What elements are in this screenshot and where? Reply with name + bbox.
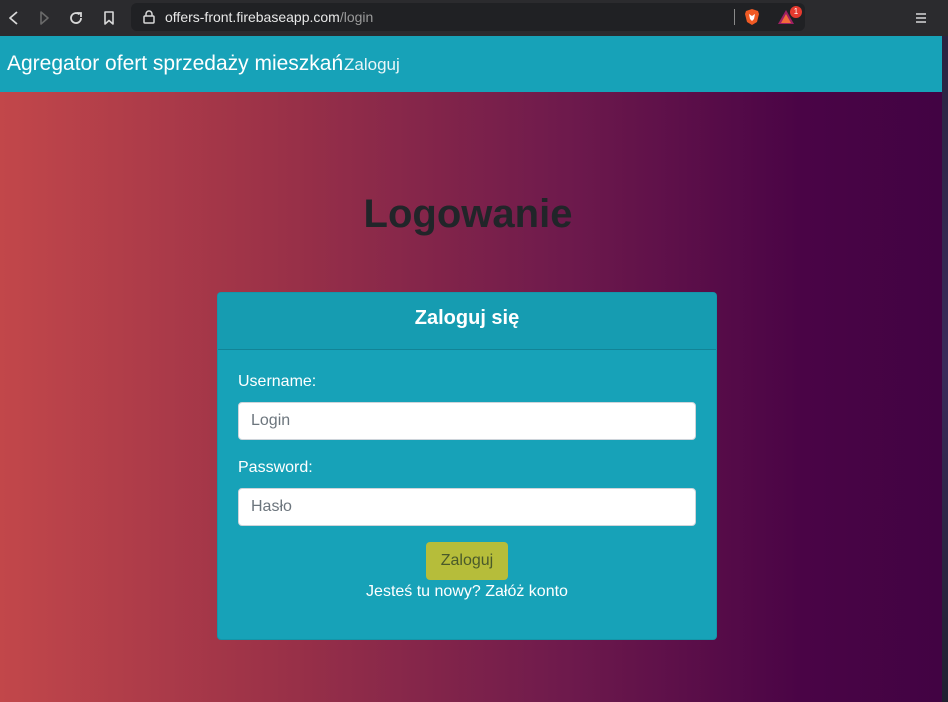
browser-toolbar: offers-front.firebaseapp.com/login 1 — [0, 0, 948, 36]
rewards-badge: 1 — [790, 6, 802, 18]
back-arrow-icon[interactable] — [2, 6, 26, 30]
login-card: Zaloguj się Username: Password: Zaloguj … — [217, 292, 717, 640]
url-text[interactable]: offers-front.firebaseapp.com/login — [165, 9, 373, 25]
url-divider — [734, 9, 735, 25]
login-submit-button[interactable]: Zaloguj — [426, 542, 508, 580]
bookmark-icon[interactable] — [97, 6, 121, 30]
nav-link-login[interactable]: Zaloguj — [344, 55, 400, 75]
url-path: /login — [339, 9, 374, 25]
forward-arrow-icon[interactable] — [32, 6, 56, 30]
register-link[interactable]: Załóż konto — [485, 583, 568, 600]
page-title: Logowanie — [363, 192, 573, 236]
username-label: Username: — [238, 373, 317, 390]
register-prompt-text: Jesteś tu nowy? — [366, 583, 481, 600]
password-label: Password: — [238, 459, 313, 476]
page-viewport: Agregator ofert sprzedaży mieszkań Zalog… — [0, 36, 942, 702]
register-prompt: Jesteś tu nowy? Załóż konto — [218, 583, 716, 601]
password-input[interactable] — [238, 488, 696, 526]
navbar-brand[interactable]: Agregator ofert sprzedaży mieszkań — [7, 52, 343, 76]
login-card-header: Zaloguj się — [218, 293, 716, 350]
brave-shields-icon[interactable] — [743, 8, 761, 26]
url-host: offers-front.firebaseapp.com — [165, 9, 340, 25]
username-input[interactable] — [238, 402, 696, 440]
address-bar[interactable]: offers-front.firebaseapp.com/login 1 — [131, 3, 805, 31]
top-navbar: Agregator ofert sprzedaży mieszkań Zalog… — [0, 36, 942, 92]
window-edge — [942, 36, 948, 702]
hamburger-menu-icon[interactable] — [909, 6, 933, 30]
login-card-title: Zaloguj się — [414, 307, 520, 329]
reload-icon[interactable] — [64, 6, 88, 30]
lock-icon — [143, 10, 155, 24]
